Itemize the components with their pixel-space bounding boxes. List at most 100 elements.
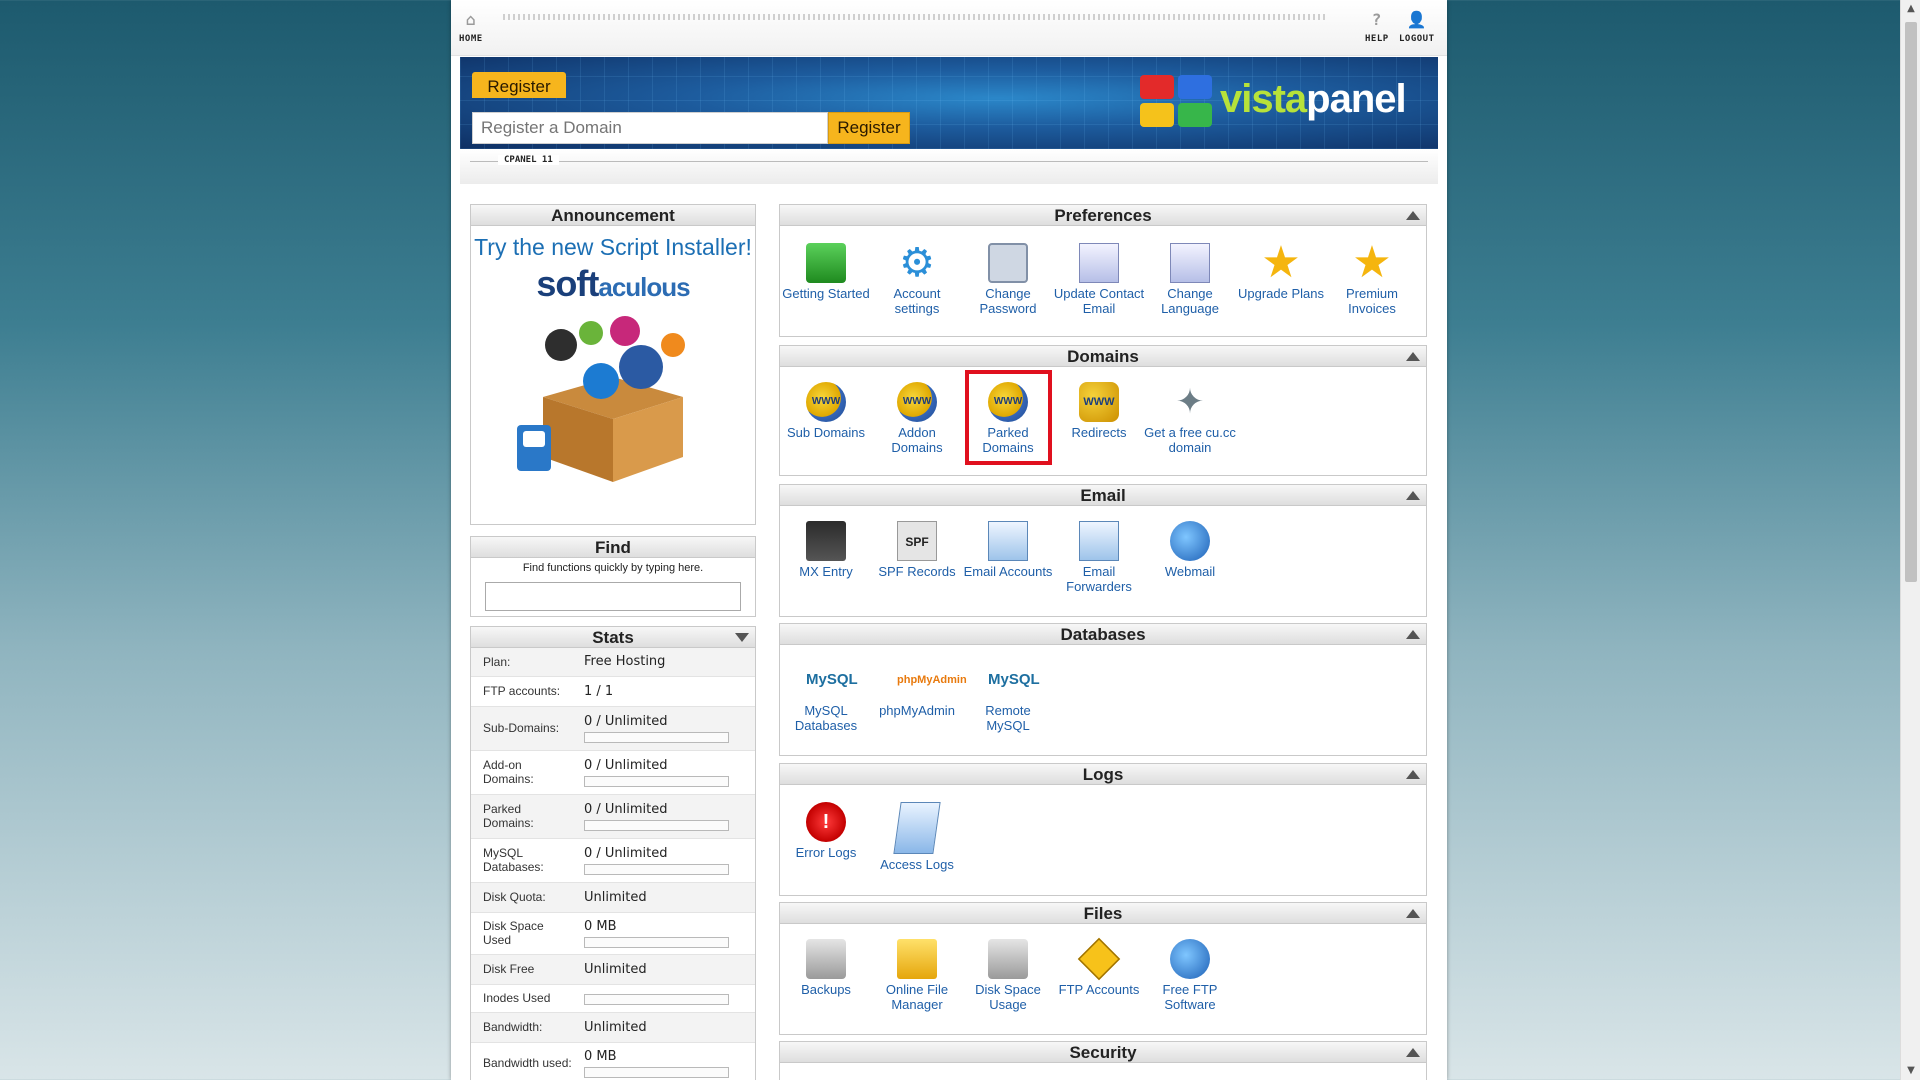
forward-envelope-icon <box>1079 521 1119 561</box>
security-header[interactable]: Security <box>780 1042 1426 1063</box>
security-section: Security <box>779 1041 1427 1080</box>
folder-icon <box>897 939 937 979</box>
announcement-link[interactable]: Try the new Script Installer! <box>471 234 755 261</box>
softaculous-logo[interactable]: softaculous <box>471 263 755 305</box>
globe-icon <box>1170 521 1210 561</box>
star-icon: ★ <box>1352 238 1392 287</box>
satellite-icon: ✦ <box>1175 383 1205 421</box>
register-tab[interactable]: Register <box>472 72 566 98</box>
scroll-up-arrow[interactable]: ▲ <box>1901 0 1920 18</box>
collapse-arrow-icon[interactable] <box>735 633 749 642</box>
sub-domains-link[interactable]: WWW Sub Domains <box>780 382 872 440</box>
softaculous-box-image[interactable] <box>513 307 713 487</box>
remote-mysql-label: Remote MySQL <box>985 703 1031 733</box>
collapse-arrow-icon[interactable] <box>1406 770 1420 779</box>
collapse-arrow-icon[interactable] <box>1406 909 1420 918</box>
addon-domains-label: Addon Domains <box>891 425 943 455</box>
usage-bar <box>584 994 729 1005</box>
stats-row: Disk Quota: Unlimited <box>471 882 755 913</box>
preferences-section: Preferences Getting Started ⚙ Account set… <box>779 204 1427 337</box>
remote-mysql-icon: MySQL <box>988 671 1040 688</box>
stats-row: Inodes Used <box>471 984 755 1013</box>
scrollbar-thumb[interactable] <box>1905 22 1917 582</box>
stat-label: Bandwidth used: <box>471 1042 584 1080</box>
update-contact-email-link[interactable]: Update Contact Email <box>1053 243 1145 316</box>
email-accounts-label: Email Accounts <box>963 564 1053 579</box>
collapse-arrow-icon[interactable] <box>1406 211 1420 220</box>
disk-usage-icon <box>988 939 1028 979</box>
change-password-link[interactable]: Change Password <box>962 243 1054 316</box>
access-logs-link[interactable]: Access Logs <box>871 802 963 872</box>
databases-title: Databases <box>1060 625 1146 644</box>
mysql-icon: MySQL <box>806 671 858 688</box>
upgrade-plans-link[interactable]: ★ Upgrade Plans <box>1235 241 1327 302</box>
mx-entry-link[interactable]: MX Entry <box>780 521 872 579</box>
help-nav[interactable]: ? HELP <box>1365 10 1389 44</box>
collapse-arrow-icon[interactable] <box>1406 352 1420 361</box>
redirects-link[interactable]: WWW Redirects <box>1053 382 1145 440</box>
getting-started-link[interactable]: Getting Started <box>780 243 872 301</box>
mysql-databases-link[interactable]: MySQL MySQL Databases <box>780 660 872 733</box>
stats-row: FTP accounts: 1 / 1 <box>471 676 755 707</box>
free-ftp-software-link[interactable]: Free FTP Software <box>1144 939 1236 1012</box>
stat-value: 0 MB <box>584 1048 617 1064</box>
email-title: Email <box>1080 486 1126 505</box>
email-accounts-link[interactable]: Email Accounts <box>962 521 1054 579</box>
email-header[interactable]: Email <box>780 485 1426 506</box>
domain-search-input[interactable] <box>472 112 828 144</box>
spf-records-link[interactable]: SPF SPF Records <box>871 521 963 579</box>
softaculous-logo-aculous: aculous <box>598 272 690 302</box>
redirects-label: Redirects <box>1071 425 1127 440</box>
ftp-software-icon <box>1170 939 1210 979</box>
account-settings-link[interactable]: ⚙ Account settings <box>871 243 963 316</box>
page-scrollbar[interactable]: ▲ ▼ <box>1900 0 1920 1080</box>
logs-header[interactable]: Logs <box>780 764 1426 785</box>
stat-label: Disk Space Used <box>471 912 584 955</box>
domains-header[interactable]: Domains <box>780 346 1426 367</box>
home-nav[interactable]: ⌂ HOME <box>459 10 483 44</box>
change-language-link[interactable]: Change Language <box>1144 243 1236 316</box>
premium-invoices-label: Premium Invoices <box>1345 286 1398 316</box>
ftp-accounts-link[interactable]: FTP Accounts <box>1053 937 1145 997</box>
usage-bar <box>584 1066 729 1078</box>
find-input[interactable] <box>485 582 741 611</box>
upgrade-plans-label: Upgrade Plans <box>1238 286 1324 301</box>
register-button[interactable]: Register <box>828 112 910 144</box>
free-ftp-software-label: Free FTP Software <box>1162 982 1218 1012</box>
domains-section: Domains WWW Sub Domains WWW Addon Domains … <box>779 345 1427 476</box>
addon-domains-link[interactable]: WWW Addon Domains <box>871 382 963 455</box>
collapse-arrow-icon[interactable] <box>1406 630 1420 639</box>
disk-space-usage-link[interactable]: Disk Space Usage <box>962 939 1054 1012</box>
premium-invoices-link[interactable]: ★ Premium Invoices <box>1326 238 1418 317</box>
stats-row: Add-on Domains: 0 / Unlimited <box>471 750 755 795</box>
scroll-down-arrow[interactable]: ▼ <box>1901 1062 1920 1080</box>
phpmyadmin-link[interactable]: phpMyAdmin phpMyAdmin <box>871 660 967 718</box>
phpmyadmin-icon: phpMyAdmin <box>897 674 967 686</box>
backups-link[interactable]: Backups <box>780 939 872 997</box>
stat-label: Plan: <box>471 648 584 677</box>
stats-row: Parked Domains: 0 / Unlimited <box>471 794 755 839</box>
preferences-header[interactable]: Preferences <box>780 205 1426 226</box>
announcement-box: Announcement Try the new Script Installe… <box>470 204 756 525</box>
change-password-label: Change Password <box>979 286 1037 316</box>
remote-mysql-link[interactable]: MySQL Remote MySQL <box>962 660 1054 733</box>
webmail-link[interactable]: Webmail <box>1144 521 1236 579</box>
email-forwarders-link[interactable]: Email Forwarders <box>1053 521 1145 594</box>
collapse-arrow-icon[interactable] <box>1406 491 1420 500</box>
collapse-arrow-icon[interactable] <box>1406 1048 1420 1057</box>
files-header[interactable]: Files <box>780 903 1426 924</box>
domains-items: WWW Sub Domains WWW Addon Domains WWW Parke… <box>780 368 1426 475</box>
error-logs-link[interactable]: ! Error Logs <box>780 802 872 860</box>
databases-header[interactable]: Databases <box>780 624 1426 645</box>
file-manager-link[interactable]: Online File Manager <box>871 939 963 1012</box>
top-navigation: ⌂ HOME ? HELP 👤 LOGOUT <box>451 0 1447 56</box>
stat-value: 0 / Unlimited <box>584 713 668 729</box>
addon-domains-icon: WWW <box>897 382 937 422</box>
nav-divider <box>503 14 1327 20</box>
stats-header[interactable]: Stats <box>471 627 755 648</box>
error-icon: ! <box>806 802 846 842</box>
logout-nav[interactable]: 👤 LOGOUT <box>1399 10 1435 44</box>
lock-icon <box>988 243 1028 283</box>
free-cucc-domain-link[interactable]: ✦ Get a free cu.cc domain <box>1144 382 1236 455</box>
email-section: Email MX Entry SPF SPF Records Email Acco… <box>779 484 1427 617</box>
